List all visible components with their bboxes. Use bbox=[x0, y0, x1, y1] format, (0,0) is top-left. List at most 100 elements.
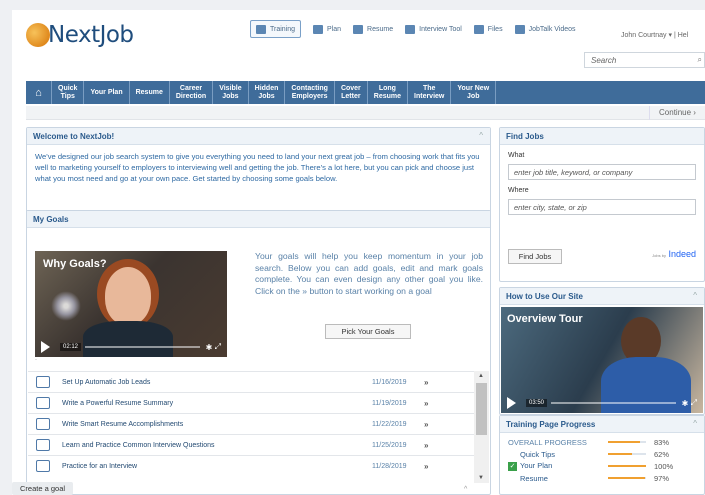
progress-label-wrap: ✓ Your Plan bbox=[508, 461, 608, 471]
topnav-files[interactable]: Files bbox=[473, 20, 503, 38]
write-icon bbox=[36, 397, 50, 409]
overview-tour-video[interactable]: Overview Tour 03:50 ✱ ⤢ bbox=[501, 307, 703, 413]
progress-label: Resume bbox=[520, 473, 548, 483]
continue-button[interactable]: Continue › bbox=[649, 106, 705, 120]
interview-icon bbox=[405, 24, 416, 34]
collapse-icon[interactable]: ^ bbox=[693, 291, 697, 300]
progress-bar bbox=[608, 465, 646, 467]
nav-visible-jobs[interactable]: Visible Jobs bbox=[213, 81, 249, 104]
find-jobs-button[interactable]: Find Jobs bbox=[508, 249, 562, 264]
nav-long-resume[interactable]: Long Resume bbox=[368, 81, 409, 104]
goal-start-icon[interactable]: » bbox=[424, 378, 428, 387]
nav-cover-letter[interactable]: Cover Letter bbox=[335, 81, 368, 104]
progress-list: OVERALL PROGRESS 83% Quick Tips 62% ✓ You… bbox=[500, 433, 704, 487]
play-icon[interactable] bbox=[507, 397, 516, 409]
nav-career-direction[interactable]: Career Direction bbox=[170, 81, 214, 104]
topnav-label: Training bbox=[270, 25, 296, 33]
how-to-title: How to Use Our Site bbox=[506, 292, 583, 301]
progress-fill bbox=[608, 477, 645, 479]
goal-row[interactable]: Practice for an Interview 11/28/2019 » bbox=[28, 455, 474, 476]
progress-header[interactable]: Training Page Progress ^ bbox=[500, 416, 704, 433]
welcome-header[interactable]: Welcome to NextJob! ^ bbox=[27, 128, 490, 145]
nav-contacting-employers[interactable]: Contacting Employers bbox=[285, 81, 335, 104]
goal-start-icon[interactable]: » bbox=[424, 420, 428, 429]
video-person-face bbox=[105, 267, 151, 325]
topnav-resume[interactable]: Resume bbox=[353, 20, 393, 38]
progress-row[interactable]: ✓ Your Plan 100% bbox=[508, 460, 696, 472]
topnav-interview-tool[interactable]: Interview Tool bbox=[405, 20, 462, 38]
create-goal-button[interactable]: Create a goal bbox=[12, 482, 74, 495]
progress-row[interactable]: Quick Tips 62% bbox=[508, 448, 696, 460]
collapse-icon[interactable]: ^ bbox=[479, 131, 483, 140]
where-input[interactable]: enter city, state, or zip bbox=[508, 199, 696, 215]
progress-row[interactable]: Resume 97% bbox=[508, 472, 696, 484]
nextjob-logo[interactable]: NextJob bbox=[26, 20, 134, 50]
video-controls: 02:12 ✱ ⤢ bbox=[35, 337, 227, 357]
progress-value: 97% bbox=[654, 473, 670, 483]
indeed-brand: Indeed bbox=[668, 249, 696, 259]
nav-hidden-jobs[interactable]: Hidden Jobs bbox=[249, 81, 286, 104]
fullscreen-icon[interactable]: ⤢ bbox=[688, 398, 697, 408]
search-icon[interactable]: ⌕ bbox=[698, 55, 702, 65]
powered-by-label: Jobs by bbox=[652, 253, 666, 258]
goal-row[interactable]: Write a Powerful Resume Summary 11/19/20… bbox=[28, 392, 474, 413]
goal-start-icon[interactable]: » bbox=[424, 399, 428, 408]
topnav-jobtalk-videos[interactable]: JobTalk Videos bbox=[514, 20, 576, 38]
goals-description: Your goals will help you keep momentum i… bbox=[255, 251, 483, 296]
why-goals-video[interactable]: Why Goals? 02:12 ✱ ⤢ bbox=[35, 251, 227, 357]
goal-date: 11/19/2019 bbox=[372, 399, 407, 407]
video-icon bbox=[514, 24, 525, 34]
top-nav: Training Plan Resume Interview Tool File… bbox=[250, 20, 588, 38]
topnav-plan[interactable]: Plan bbox=[313, 20, 341, 38]
nav-resume[interactable]: Resume bbox=[130, 81, 170, 104]
how-to-header[interactable]: How to Use Our Site ^ bbox=[500, 288, 704, 305]
settings-icon[interactable]: ✱ bbox=[206, 343, 213, 352]
continue-bar: Continue › bbox=[26, 106, 705, 120]
progress-value: 100% bbox=[654, 461, 674, 471]
nav-your-new-job[interactable]: Your New Job bbox=[451, 81, 497, 104]
goal-row[interactable]: Learn and Practice Common Interview Ques… bbox=[28, 434, 474, 455]
topnav-training[interactable]: Training bbox=[250, 20, 302, 38]
separator: | bbox=[673, 32, 676, 39]
goal-start-icon[interactable]: » bbox=[424, 441, 428, 450]
fullscreen-icon[interactable]: ⤢ bbox=[212, 342, 221, 352]
video-time: 03:50 bbox=[526, 399, 548, 407]
nav-your-plan[interactable]: Your Plan bbox=[84, 81, 130, 104]
goal-start-icon[interactable]: » bbox=[424, 462, 428, 471]
help-link[interactable]: Hel bbox=[678, 32, 689, 39]
collapse-icon[interactable]: ^ bbox=[464, 486, 467, 493]
goal-list: Set Up Automatic Job Leads 11/16/2019 » … bbox=[28, 371, 474, 476]
progress-fill bbox=[608, 441, 640, 443]
nav-home[interactable]: ⌂ bbox=[26, 81, 52, 104]
what-input[interactable]: enter job title, keyword, or company bbox=[508, 164, 696, 180]
goal-list-scrollbar[interactable]: ▲ ▼ bbox=[474, 371, 489, 483]
goal-row[interactable]: Write Smart Resume Accomplishments 11/22… bbox=[28, 413, 474, 434]
video-title: Why Goals? bbox=[43, 258, 107, 270]
play-icon[interactable] bbox=[41, 341, 50, 353]
goal-date: 11/22/2019 bbox=[372, 420, 407, 428]
topnav-label: Interview Tool bbox=[419, 25, 462, 33]
progress-bar bbox=[608, 441, 646, 443]
user-menu[interactable]: John Courtnay ▾ | Hel bbox=[621, 31, 688, 39]
video-progress-track[interactable] bbox=[85, 346, 200, 348]
goal-row[interactable]: Set Up Automatic Job Leads 11/16/2019 » bbox=[28, 371, 474, 392]
settings-icon[interactable]: ✱ bbox=[682, 399, 689, 408]
video-progress-track[interactable] bbox=[551, 402, 676, 404]
scroll-down-icon[interactable]: ▼ bbox=[478, 475, 484, 481]
topnav-label: Plan bbox=[327, 25, 342, 33]
welcome-panel: Welcome to NextJob! ^ We've designed our… bbox=[26, 127, 491, 217]
nav-the-interview[interactable]: The Interview bbox=[408, 81, 452, 104]
collapse-icon[interactable]: ^ bbox=[693, 419, 697, 428]
resume-icon bbox=[353, 24, 364, 34]
find-jobs-title: Find Jobs bbox=[506, 132, 544, 141]
welcome-title: Welcome to NextJob! bbox=[33, 132, 115, 141]
people-icon bbox=[36, 460, 50, 472]
chevron-down-icon: ▾ bbox=[668, 32, 672, 39]
pick-goals-button[interactable]: Pick Your Goals bbox=[325, 324, 411, 339]
indeed-logo[interactable]: Jobs by Indeed bbox=[652, 249, 696, 259]
search-input[interactable]: Search ⌕ bbox=[584, 52, 705, 68]
nav-quick-tips[interactable]: Quick Tips bbox=[52, 81, 85, 104]
scroll-thumb[interactable] bbox=[476, 383, 487, 435]
scroll-up-icon[interactable]: ▲ bbox=[478, 373, 484, 379]
progress-fill bbox=[608, 465, 646, 467]
